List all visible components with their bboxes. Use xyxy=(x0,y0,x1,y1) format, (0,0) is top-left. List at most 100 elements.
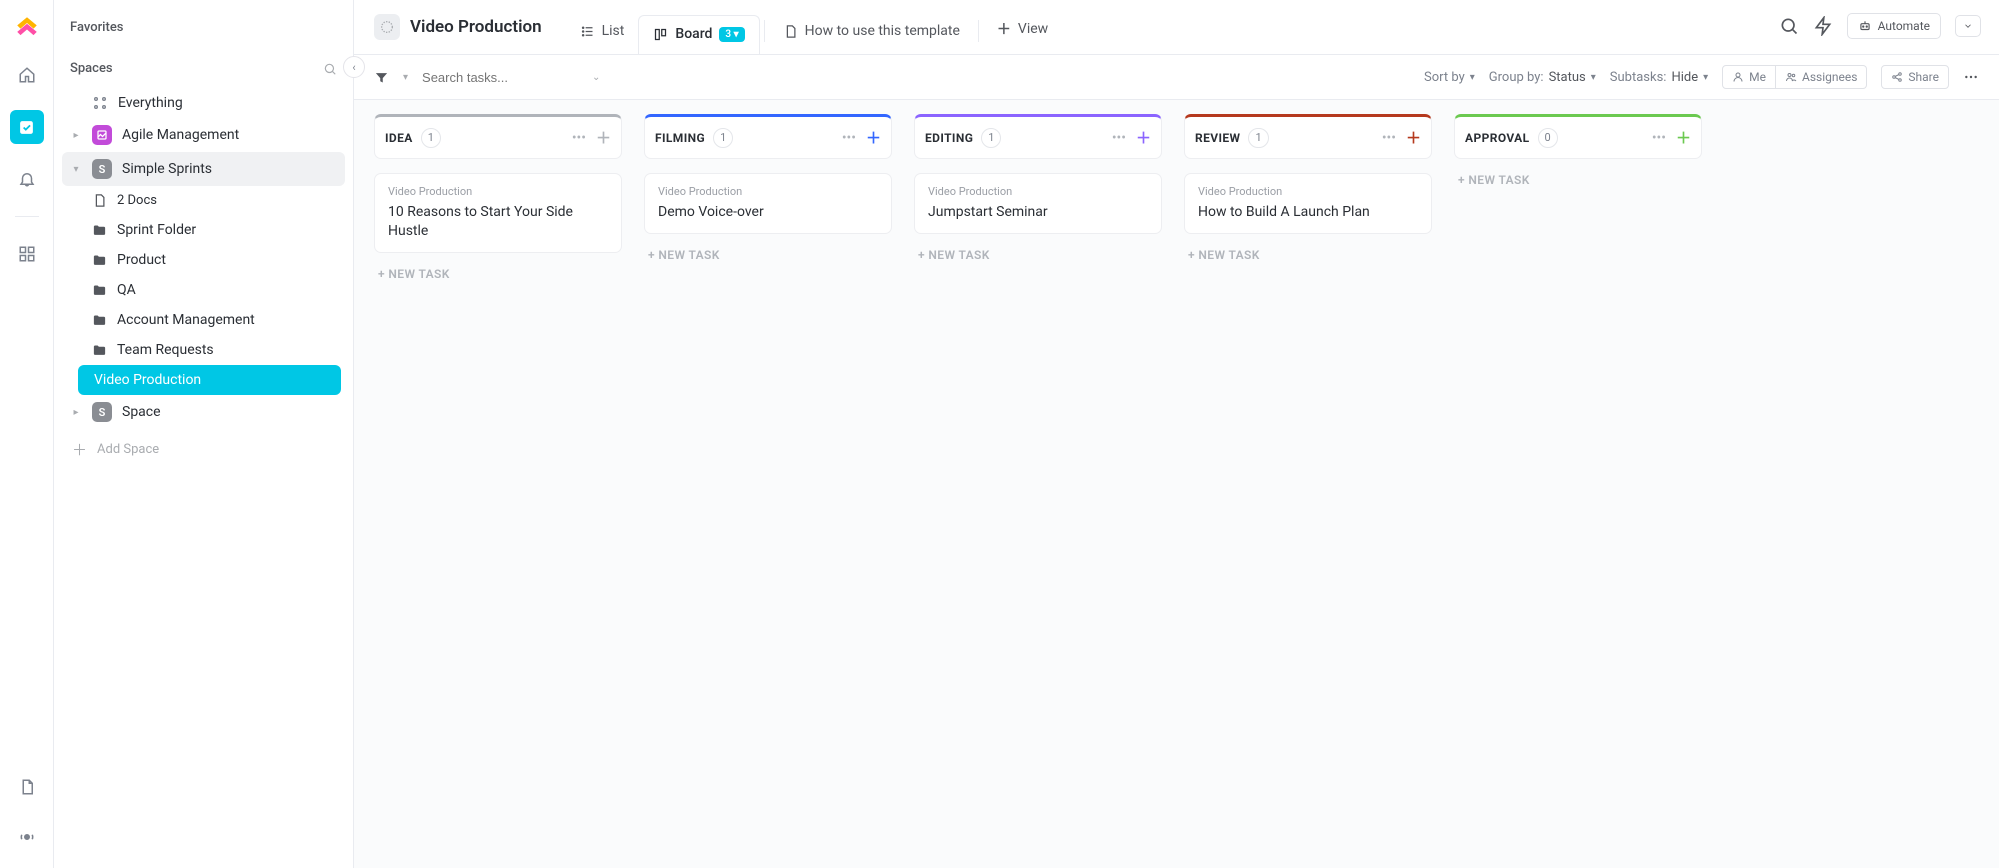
app-logo xyxy=(14,14,40,40)
me-filter-button[interactable]: Me xyxy=(1722,65,1776,89)
search-icon[interactable] xyxy=(323,62,337,76)
chevron-right-icon[interactable]: ▸ xyxy=(70,130,82,141)
bolt-icon[interactable] xyxy=(1813,16,1833,36)
notifications-icon[interactable] xyxy=(10,162,44,196)
folder-icon xyxy=(92,313,107,328)
tab-list[interactable]: List xyxy=(566,13,639,53)
sidebar-item-simple-sprints[interactable]: ▾ S Simple Sprints xyxy=(62,152,345,186)
new-task-button[interactable]: + NEW TASK xyxy=(644,234,892,276)
chevron-down-icon[interactable]: ▾ xyxy=(70,164,82,175)
lane-title: REVIEW xyxy=(1195,131,1240,145)
new-task-button[interactable]: + NEW TASK xyxy=(1454,159,1702,201)
task-card[interactable]: Video Production10 Reasons to Start Your… xyxy=(374,173,622,253)
assignees-filter-button[interactable]: Assignees xyxy=(1776,65,1867,89)
apps-icon[interactable] xyxy=(10,237,44,271)
lane-title: APPROVAL xyxy=(1465,131,1530,145)
space-avatar: S xyxy=(92,159,112,179)
more-icon[interactable]: ••• xyxy=(572,130,586,146)
automate-dropdown[interactable] xyxy=(1955,15,1981,37)
doc-icon xyxy=(92,193,107,208)
lane-count: 1 xyxy=(1248,128,1268,148)
tab-label: Board xyxy=(675,26,712,42)
add-task-button[interactable]: ＋ xyxy=(596,127,611,148)
record-icon[interactable] xyxy=(10,820,44,854)
sidebar-item-qa[interactable]: QA xyxy=(62,275,345,305)
task-title: Jumpstart Seminar xyxy=(928,203,1148,222)
chevron-down-icon[interactable]: ▾ xyxy=(403,72,408,83)
task-project: Video Production xyxy=(928,185,1148,198)
doc-icon[interactable] xyxy=(10,770,44,804)
sidebar-item-label: Video Production xyxy=(94,372,201,388)
sidebar-item-agile[interactable]: ▸ Agile Management xyxy=(62,118,345,152)
lane-count: 1 xyxy=(421,128,441,148)
task-project: Video Production xyxy=(658,185,878,198)
sidebar-item-team-requests[interactable]: Team Requests xyxy=(62,335,345,365)
new-task-button[interactable]: + NEW TASK xyxy=(374,253,622,295)
lane-editing: EDITING1•••＋Video ProductionJumpstart Se… xyxy=(914,114,1162,295)
add-task-button[interactable]: ＋ xyxy=(1676,127,1691,148)
sidebar-item-sprint-folder[interactable]: Sprint Folder xyxy=(62,215,345,245)
sidebar-item-account-management[interactable]: Account Management xyxy=(62,305,345,335)
task-card[interactable]: Video ProductionDemo Voice-over xyxy=(644,173,892,234)
lane-header: REVIEW 1 ••• ＋ xyxy=(1184,114,1432,159)
more-icon[interactable]: ••• xyxy=(1112,130,1126,146)
folder-icon xyxy=(92,223,107,238)
search-input[interactable] xyxy=(422,70,582,85)
sidebar-item-video-production[interactable]: Video Production xyxy=(78,365,341,395)
new-task-button[interactable]: + NEW TASK xyxy=(914,234,1162,276)
sidebar-item-space[interactable]: ▸ S Space xyxy=(62,395,345,429)
sidebar-item-docs[interactable]: 2 Docs xyxy=(62,186,345,215)
space-avatar: S xyxy=(92,402,112,422)
tasks-icon[interactable] xyxy=(10,110,44,144)
add-space-button[interactable]: ＋ Add Space xyxy=(62,429,345,470)
filter-icon[interactable] xyxy=(374,70,389,85)
grid-icon xyxy=(92,95,108,111)
sidebar-item-label: Everything xyxy=(118,95,183,111)
chevron-down-icon[interactable]: ⌄ xyxy=(592,72,600,83)
sidebar-item-label: Agile Management xyxy=(122,127,239,143)
sidebar-item-label: Account Management xyxy=(117,312,255,328)
favorites-heading[interactable]: Favorites xyxy=(62,14,345,47)
home-icon[interactable] xyxy=(10,58,44,92)
group-by-button[interactable]: Group by: Status ▾ xyxy=(1489,70,1596,85)
list-icon xyxy=(374,14,400,40)
more-icon[interactable]: ••• xyxy=(1382,130,1396,146)
lane-title: FILMING xyxy=(655,131,705,145)
collapse-sidebar-button[interactable]: ‹ xyxy=(343,56,365,78)
sidebar-item-label: Simple Sprints xyxy=(122,161,212,177)
spaces-label: Spaces xyxy=(70,61,113,76)
add-task-button[interactable]: ＋ xyxy=(1136,127,1151,148)
task-card[interactable]: Video ProductionHow to Build A Launch Pl… xyxy=(1184,173,1432,234)
tab-label: View xyxy=(1018,21,1048,37)
more-icon[interactable]: ••• xyxy=(1652,130,1666,146)
more-icon[interactable] xyxy=(1963,69,1979,85)
sidebar-item-product[interactable]: Product xyxy=(62,245,345,275)
board: IDEA 1 ••• ＋ Video Production10 Reasons to S… xyxy=(354,100,1999,868)
add-task-button[interactable]: ＋ xyxy=(1406,127,1421,148)
sidebar-item-label: 2 Docs xyxy=(117,193,157,208)
search-icon[interactable] xyxy=(1779,16,1799,36)
lane-idea: IDEA 1 ••• ＋ Video Production10 Reasons to S… xyxy=(374,114,622,295)
sidebar-item-label: Product xyxy=(117,252,166,268)
sidebar-item-label: Sprint Folder xyxy=(117,222,196,238)
share-button[interactable]: Share xyxy=(1881,65,1949,89)
lane-header: IDEA 1 ••• ＋ xyxy=(374,114,622,159)
task-card[interactable]: Video Production Jumpstart Seminar xyxy=(914,173,1162,234)
tab-howto[interactable]: How to use this template xyxy=(769,13,974,53)
new-task-button[interactable]: + NEW TASK xyxy=(1184,234,1432,276)
subtasks-button[interactable]: Subtasks: Hide ▾ xyxy=(1610,70,1708,85)
doc-icon xyxy=(783,24,798,39)
sort-by-button[interactable]: Sort by▾ xyxy=(1424,70,1475,85)
lane-approval: APPROVAL0•••＋+ NEW TASK xyxy=(1454,114,1702,295)
more-icon[interactable]: ••• xyxy=(842,130,856,146)
tab-board[interactable]: Board 3 ▾ xyxy=(638,15,759,54)
add-task-button[interactable]: ＋ xyxy=(866,127,881,148)
spaces-heading[interactable]: Spaces xyxy=(62,47,345,88)
automate-button[interactable]: Automate xyxy=(1847,13,1941,39)
add-view-button[interactable]: ＋ View xyxy=(983,9,1062,53)
lane-title: IDEA xyxy=(385,131,413,145)
breadcrumb[interactable]: Video Production xyxy=(372,8,552,54)
chevron-right-icon[interactable]: ▸ xyxy=(70,407,82,418)
sidebar-item-everything[interactable]: Everything xyxy=(62,88,345,118)
icon-rail xyxy=(0,0,54,868)
